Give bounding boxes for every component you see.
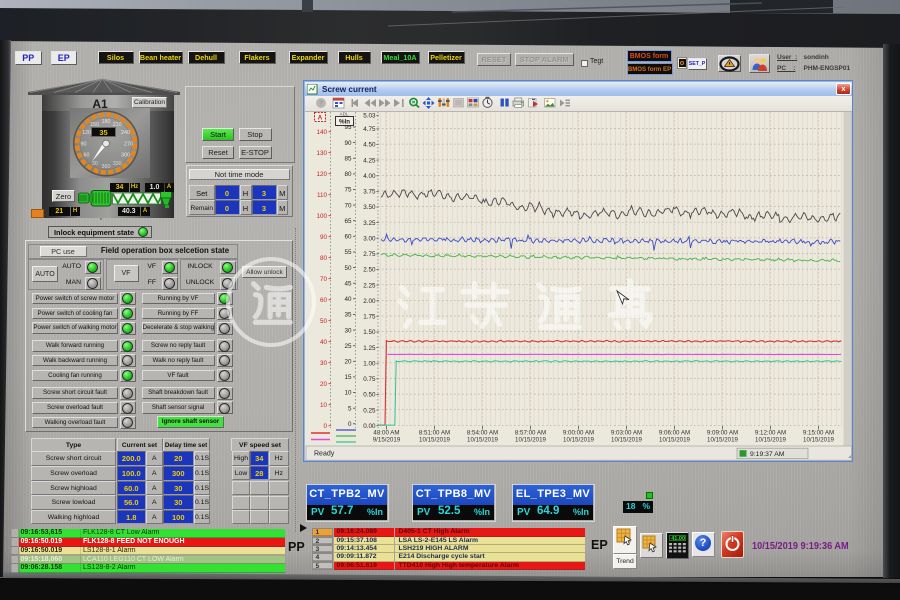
svg-text:4.00: 4.00 — [363, 173, 376, 180]
svg-text:20: 20 — [344, 359, 352, 366]
svg-text:2.00: 2.00 — [363, 298, 376, 305]
svg-text:110: 110 — [317, 192, 328, 199]
svg-text:10/15/2019: 10/15/2019 — [515, 437, 547, 444]
svg-text:100: 100 — [316, 213, 327, 220]
svg-text:9:19:37 AM: 9:19:37 AM — [750, 451, 785, 458]
svg-text:9:09:00 AM: 9:09:00 AM — [707, 430, 738, 437]
svg-text:2.50: 2.50 — [363, 267, 376, 274]
svg-text:40: 40 — [320, 339, 328, 346]
svg-text:10/15/2019: 10/15/2019 — [563, 437, 595, 444]
svg-text:130: 130 — [316, 150, 327, 157]
svg-text:0.25: 0.25 — [363, 407, 376, 414]
svg-text:8:51:00 AM: 8:51:00 AM — [419, 430, 450, 437]
svg-text:1.25: 1.25 — [363, 345, 376, 352]
svg-text:140: 140 — [316, 129, 327, 136]
svg-text:0: 0 — [348, 421, 352, 428]
svg-text:0.75: 0.75 — [363, 376, 376, 383]
svg-text:20: 20 — [320, 381, 328, 388]
svg-text:9:00:00 AM: 9:00:00 AM — [563, 430, 594, 437]
svg-text:2.75: 2.75 — [363, 251, 376, 258]
svg-text:ADL: ADL — [340, 112, 349, 117]
svg-text:8:54:00 AM: 8:54:00 AM — [467, 430, 498, 437]
svg-text:10: 10 — [320, 402, 328, 409]
svg-text:70: 70 — [344, 202, 352, 209]
svg-text:9/15/2019: 9/15/2019 — [373, 437, 401, 444]
svg-text:30: 30 — [344, 327, 352, 334]
svg-text:90: 90 — [320, 234, 328, 241]
svg-text:10/15/2019: 10/15/2019 — [659, 437, 691, 444]
svg-text:120: 120 — [316, 171, 327, 178]
svg-text:60: 60 — [344, 234, 352, 241]
svg-text:9:03:00 AM: 9:03:00 AM — [611, 430, 642, 437]
svg-text:5.03: 5.03 — [363, 113, 376, 120]
svg-text:50: 50 — [344, 265, 352, 272]
svg-text:0: 0 — [323, 423, 327, 430]
svg-text:1.50: 1.50 — [363, 329, 376, 336]
svg-text:1.75: 1.75 — [363, 314, 376, 321]
svg-text:80: 80 — [320, 255, 328, 262]
svg-text:10/15/2019: 10/15/2019 — [803, 437, 835, 444]
svg-text:3.00: 3.00 — [363, 235, 376, 242]
svg-text:70: 70 — [320, 276, 328, 283]
svg-text:75: 75 — [344, 187, 352, 194]
svg-text:10/15/2019: 10/15/2019 — [707, 437, 739, 444]
svg-text:9:15:00 AM: 9:15:00 AM — [803, 430, 834, 437]
svg-text:55: 55 — [344, 249, 352, 256]
svg-text:25: 25 — [344, 343, 352, 350]
svg-text:45: 45 — [344, 280, 352, 287]
svg-text:9:06:00 AM: 9:06:00 AM — [659, 430, 690, 437]
svg-text:4.25: 4.25 — [363, 157, 376, 164]
svg-text:80: 80 — [344, 171, 352, 178]
svg-text:35: 35 — [344, 312, 352, 319]
svg-text:10/15/2019: 10/15/2019 — [419, 437, 451, 444]
svg-text:85: 85 — [344, 155, 352, 162]
svg-text:8:57:00 AM: 8:57:00 AM — [515, 430, 546, 437]
svg-text:3.50: 3.50 — [363, 204, 376, 211]
svg-text:15: 15 — [344, 374, 352, 381]
svg-text:0.50: 0.50 — [363, 392, 376, 399]
svg-text:3.25: 3.25 — [363, 220, 376, 227]
svg-text:1.00: 1.00 — [363, 360, 376, 367]
svg-text:40: 40 — [344, 296, 352, 303]
svg-text:10/15/2019: 10/15/2019 — [467, 437, 499, 444]
svg-text:10: 10 — [344, 390, 352, 397]
svg-text:4.50: 4.50 — [363, 142, 376, 149]
svg-text:30: 30 — [320, 360, 328, 367]
svg-text:%In: %In — [339, 119, 350, 126]
svg-text:60: 60 — [320, 297, 328, 304]
svg-text:4.75: 4.75 — [363, 126, 376, 133]
svg-text:2.25: 2.25 — [363, 282, 376, 289]
svg-text:9:18:00: 9:18:00 — [856, 430, 877, 437]
svg-text:9:12:00 AM: 9:12:00 AM — [755, 430, 786, 437]
svg-text:3.75: 3.75 — [363, 189, 376, 196]
svg-text:90: 90 — [344, 140, 352, 147]
svg-text:Ready: Ready — [314, 451, 335, 458]
svg-text:A: A — [318, 115, 323, 122]
svg-text:10/15/2019: 10/15/2019 — [755, 437, 787, 444]
svg-text:5: 5 — [348, 405, 352, 412]
svg-text:65: 65 — [344, 218, 352, 225]
svg-text:50: 50 — [320, 318, 328, 325]
svg-text:48:00 AM: 48:00 AM — [373, 430, 399, 437]
svg-text:10/15/2019: 10/15/2019 — [851, 437, 883, 444]
svg-text:10/15/2019: 10/15/2019 — [611, 437, 643, 444]
